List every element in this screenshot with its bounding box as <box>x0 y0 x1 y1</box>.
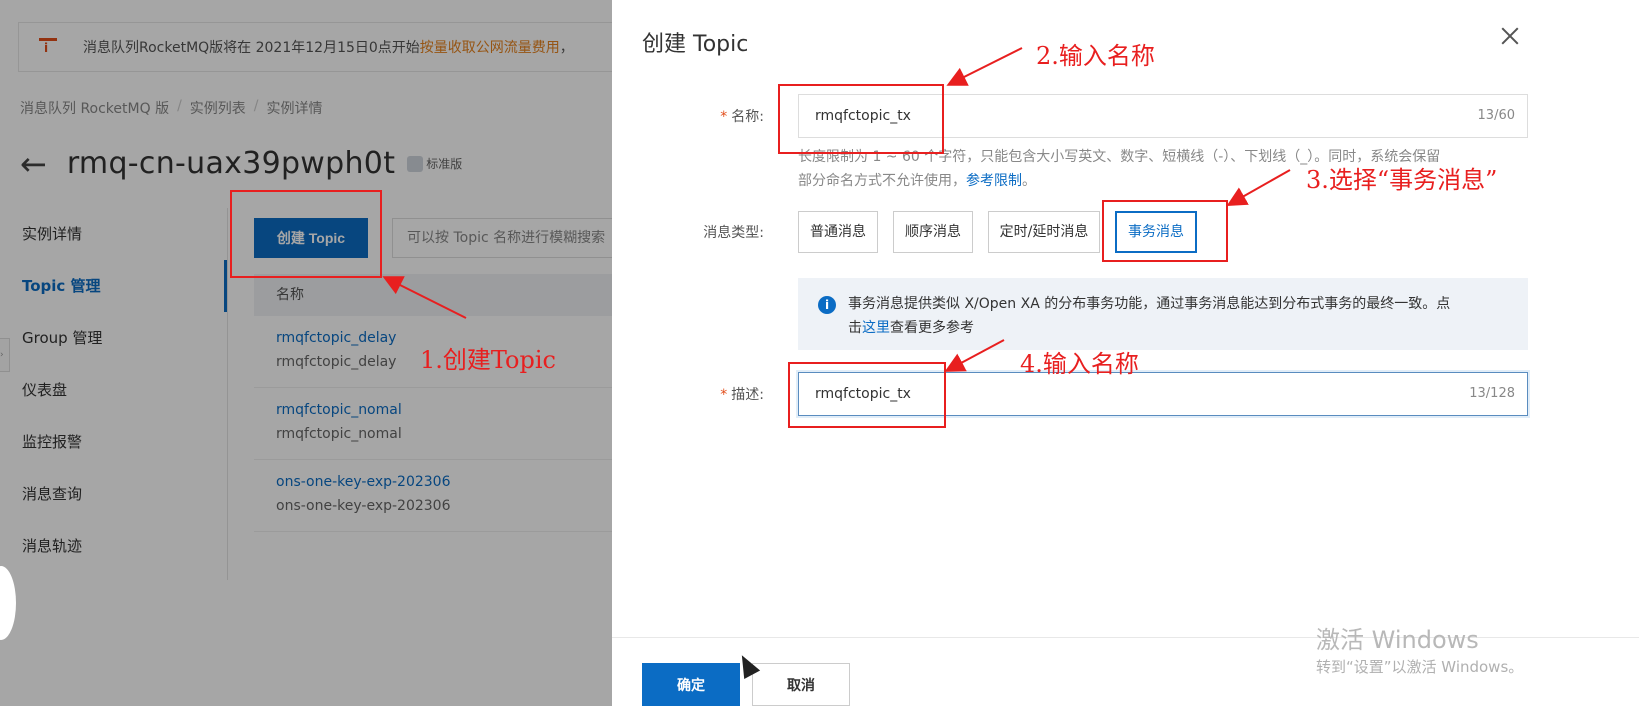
more-reference-link[interactable]: 这里 <box>862 320 890 336</box>
message-type-label: 消息类型: <box>703 225 764 241</box>
annotation-box-create <box>230 190 382 278</box>
type-option-scheduled[interactable]: 定时/延时消息 <box>988 211 1100 253</box>
reference-limits-link[interactable]: 参考限制 <box>966 173 1022 189</box>
name-label: * 名称: <box>720 109 764 125</box>
annotation-step2: 2.输入名称 <box>1036 42 1155 70</box>
type-option-ordered[interactable]: 顺序消息 <box>893 211 973 253</box>
close-icon[interactable] <box>1500 26 1520 46</box>
transaction-info-box: i 事务消息提供类似 X/Open XA 的分布事务功能，通过事务消息能达到分布… <box>798 278 1528 350</box>
annotation-box-type <box>1102 200 1228 262</box>
windows-watermark-title: 激活 Windows <box>1316 626 1479 654</box>
annotation-box-name <box>778 84 944 154</box>
windows-watermark-subtitle: 转到“设置”以激活 Windows。 <box>1316 658 1524 676</box>
footer-divider <box>612 637 1639 638</box>
confirm-button[interactable]: 确定 <box>642 663 740 706</box>
type-option-normal[interactable]: 普通消息 <box>798 211 878 253</box>
description-label: * 描述: <box>720 387 764 403</box>
annotation-step1: 1.创建Topic <box>420 346 556 374</box>
description-char-count: 13/128 <box>1469 386 1515 401</box>
annotation-box-description <box>788 362 946 428</box>
annotation-step4: 4.输入名称 <box>1020 350 1139 378</box>
drawer-title: 创建 Topic <box>642 32 749 57</box>
info-icon: i <box>818 296 836 314</box>
annotation-step3: 3.选择“事务消息” <box>1306 166 1498 194</box>
name-char-count: 13/60 <box>1477 108 1515 123</box>
cancel-button[interactable]: 取消 <box>752 663 850 706</box>
